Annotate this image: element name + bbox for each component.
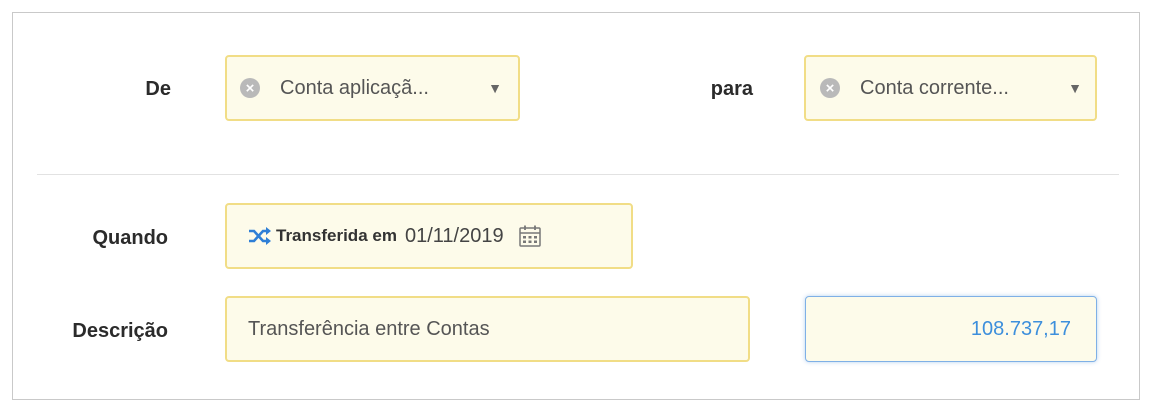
chevron-down-icon[interactable]: ▼ <box>488 80 502 96</box>
to-account-select[interactable]: × Conta corrente... ▼ <box>804 55 1097 121</box>
from-account-select[interactable]: × Conta aplicaçã... ▼ <box>225 55 520 121</box>
when-label: Quando <box>92 227 168 249</box>
transfer-date-value: 01/11/2019 <box>404 224 504 247</box>
description-label: Descrição <box>72 320 168 342</box>
calendar-icon[interactable] <box>518 224 542 248</box>
shuffle-icon <box>248 227 272 245</box>
amount-input[interactable]: 108.737,17 <box>805 296 1097 362</box>
clear-icon[interactable]: × <box>820 78 840 98</box>
transfer-date-field[interactable]: Transferida em 01/11/2019 <box>225 203 633 269</box>
to-account-value: Conta corrente... <box>860 76 1009 99</box>
description-value: Transferência entre Contas <box>248 317 490 340</box>
to-label: para <box>710 78 753 100</box>
section-divider <box>37 174 1119 175</box>
transfer-form-panel: De × Conta aplicaçã... ▼ para × Conta co… <box>12 12 1140 400</box>
description-input[interactable]: Transferência entre Contas <box>225 296 750 362</box>
clear-icon[interactable]: × <box>240 78 260 98</box>
transfer-status-text: Transferida em <box>276 226 397 245</box>
from-label: De <box>145 78 171 100</box>
amount-value: 108.737,17 <box>970 317 1071 340</box>
chevron-down-icon[interactable]: ▼ <box>1068 80 1082 96</box>
from-account-value: Conta aplicaçã... <box>280 76 429 99</box>
